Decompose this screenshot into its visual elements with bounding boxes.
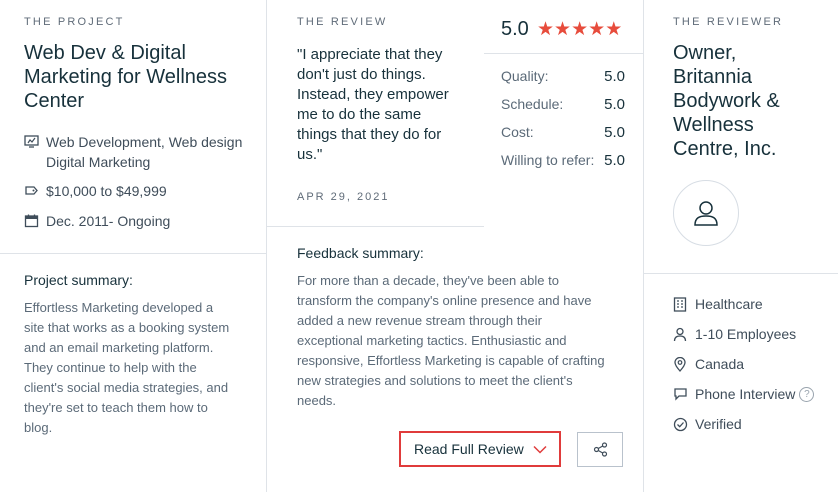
reviewer-location: Canada: [673, 356, 744, 372]
reviewer-title-line: Owner,: [673, 42, 737, 64]
quote-line: things that they do for: [297, 126, 442, 143]
reviewer-detail-text: Healthcare: [695, 296, 763, 312]
reviewer-title-line: Britannia: [673, 66, 752, 88]
feedback-line: needs.: [297, 393, 337, 408]
project-title-line: Web Dev & Digital: [24, 42, 186, 64]
star-icon: ★: [588, 19, 606, 40]
check-circle-icon: [673, 417, 695, 432]
summary-line: site that works as a booking system: [24, 320, 230, 335]
review-quote: "I appreciate that they don't just do th…: [297, 45, 477, 165]
timeline-text: Dec. 2011- Ongoing: [46, 213, 171, 229]
star-icon: ★: [605, 19, 623, 40]
feedback-line: exceptional marketing tactics. Enthusias…: [297, 333, 567, 348]
feedback-line: new strategies and solutions to meet the…: [297, 373, 573, 388]
person-icon: [691, 198, 721, 228]
review-date: APR 29, 2021: [297, 191, 390, 203]
quote-line: "I appreciate that they: [297, 46, 443, 63]
project-title-line: Center: [24, 90, 85, 112]
building-icon: [673, 296, 695, 312]
quote-line: Instead, they empower: [297, 86, 449, 103]
feedback-summary: For more than a decade, they've been abl…: [297, 271, 637, 411]
divider: [0, 253, 266, 254]
summary-line: client's social media strategies, and: [24, 380, 229, 395]
reviewer-industry: Healthcare: [673, 296, 763, 312]
divider: [266, 0, 267, 492]
read-full-review-label: Read Full Review: [414, 441, 524, 457]
quote-line: us.": [297, 146, 323, 163]
rating-label: Schedule:: [501, 96, 564, 112]
divider: [643, 273, 838, 274]
feedback-line: For more than a decade, they've been abl…: [297, 273, 559, 288]
reviewer-verified: Verified: [673, 416, 742, 432]
reviewer-title-line: Wellness: [673, 114, 754, 136]
project-summary: Effortless Marketing developed a site th…: [24, 298, 260, 438]
chat-bubble-icon: [673, 387, 695, 401]
quote-line: me to do the same: [297, 106, 422, 123]
rating-label: Willing to refer:: [501, 152, 595, 168]
divider: [643, 0, 644, 492]
services-text: Web Development, Web design: [46, 134, 243, 150]
star-icon: ★: [571, 19, 589, 40]
reviewer-detail-text: Canada: [695, 356, 745, 372]
avatar: [673, 180, 739, 246]
monitor-chart-icon: [24, 132, 46, 172]
read-full-review-button[interactable]: Read Full Review: [399, 431, 561, 467]
budget-text: $10,000 to $49,999: [46, 183, 167, 199]
feedback-summary-heading: Feedback summary:: [297, 245, 424, 261]
rating-willing-to-refer: Willing to refer: 5.0: [501, 152, 625, 169]
project-summary-heading: Project summary:: [24, 272, 133, 288]
project-budget: $10,000 to $49,999: [24, 181, 167, 201]
share-icon: [593, 442, 608, 457]
project-title: Web Dev & Digital Marketing for Wellness…: [24, 41, 227, 113]
summary-line: blog.: [24, 420, 53, 435]
calendar-icon: [24, 211, 46, 231]
rating-cost: Cost: 5.0: [501, 124, 625, 141]
review-eyebrow: THE REVIEW: [297, 16, 388, 28]
reviewer-title: Owner, Britannia Bodywork & Wellness Cen…: [673, 41, 780, 161]
rating-label: Quality:: [501, 68, 549, 84]
reviewer-review-type: Phone Interview ?: [673, 386, 815, 402]
rating-value: 5.0: [604, 152, 625, 169]
services-text: Digital Marketing: [46, 154, 151, 170]
overall-score: 5.0: [501, 18, 529, 40]
project-services: Web Development, Web design Digital Mark…: [24, 132, 242, 172]
summary-line: they're set to teach them how to: [24, 400, 208, 415]
chevron-down-icon: [533, 445, 547, 454]
star-icon: ★: [537, 19, 555, 40]
project-title-line: Marketing for Wellness: [24, 66, 228, 88]
star-rating: ★★★★★: [537, 18, 622, 41]
rating-value: 5.0: [604, 124, 625, 141]
reviewer-title-line: Centre, Inc.: [673, 138, 777, 160]
rating-value: 5.0: [604, 96, 625, 113]
question-mark-icon[interactable]: ?: [799, 386, 815, 402]
reviewer-detail-text: Phone Interview: [695, 386, 796, 402]
rating-value: 5.0: [604, 68, 625, 85]
reviewer-eyebrow: THE REVIEWER: [673, 16, 784, 28]
star-icon: ★: [554, 19, 572, 40]
quote-line: don't just do things.: [297, 66, 426, 83]
location-pin-icon: [673, 356, 695, 372]
reviewer-employees: 1-10 Employees: [673, 326, 796, 342]
reviewer-detail-text: Verified: [695, 416, 742, 432]
summary-line: They continue to help with the: [24, 360, 197, 375]
person-icon: [673, 327, 695, 342]
summary-line: and an email marketing platform.: [24, 340, 214, 355]
rating-label: Cost:: [501, 124, 534, 140]
share-button[interactable]: [577, 432, 623, 467]
feedback-line: added a new revenue stream through their: [297, 313, 542, 328]
feedback-line: transform the company's online presence …: [297, 293, 592, 308]
feedback-line: responsive, Effortless Marketing is capa…: [297, 353, 605, 368]
rating-schedule: Schedule: 5.0: [501, 96, 625, 113]
summary-line: Effortless Marketing developed a: [24, 300, 214, 315]
divider: [484, 53, 643, 54]
divider: [266, 226, 484, 227]
project-eyebrow: THE PROJECT: [24, 16, 125, 28]
project-timeline: Dec. 2011- Ongoing: [24, 211, 170, 231]
rating-quality: Quality: 5.0: [501, 68, 625, 85]
price-tag-icon: [24, 181, 46, 201]
reviewer-detail-text: 1-10 Employees: [695, 326, 797, 342]
reviewer-title-line: Bodywork &: [673, 90, 780, 112]
